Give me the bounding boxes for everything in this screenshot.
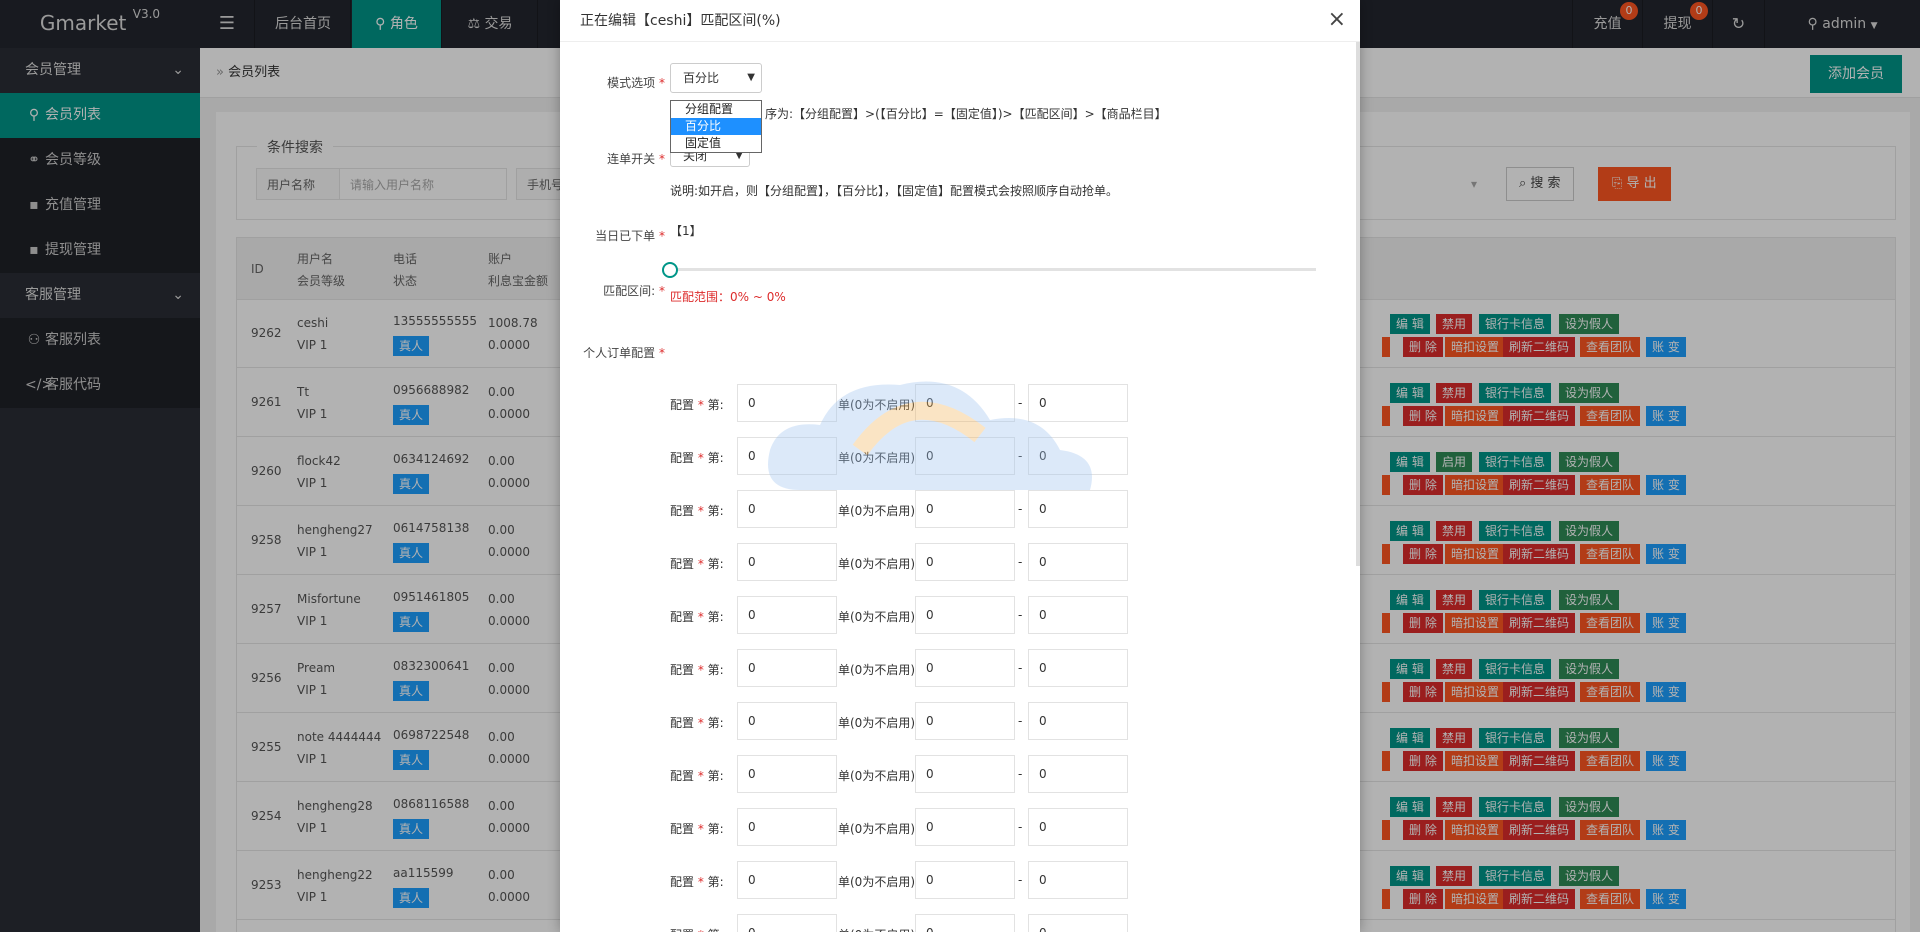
config-row: 配置 * 第:0单(0为不启用)0-0 <box>560 543 1360 583</box>
close-icon[interactable]: × <box>1328 0 1346 40</box>
config-order-input[interactable]: 0 <box>737 649 837 687</box>
config-min-input[interactable]: 0 <box>915 755 1015 793</box>
config-max-input[interactable]: 0 <box>1028 861 1128 899</box>
today-label: 当日已下单 * <box>595 229 665 243</box>
config-label: 配置 * 第: <box>670 769 724 783</box>
config-max-input[interactable]: 0 <box>1028 596 1128 634</box>
config-max-input[interactable]: 0 <box>1028 702 1128 740</box>
config-min-input[interactable]: 0 <box>915 543 1015 581</box>
config-unit-label: 单(0为不启用) <box>838 716 915 730</box>
chevron-down-icon: ▼ <box>747 72 755 83</box>
config-label: 配置 * 第: <box>670 663 724 677</box>
personal-order-label: 个人订单配置 * <box>583 346 665 360</box>
config-min-input[interactable]: 0 <box>915 702 1015 740</box>
config-label: 配置 * 第: <box>670 716 724 730</box>
config-max-input[interactable]: 0 <box>1028 755 1128 793</box>
config-min-input[interactable]: 0 <box>915 437 1015 475</box>
config-dash: - <box>1018 661 1023 675</box>
config-min-input[interactable]: 0 <box>915 490 1015 528</box>
config-label: 配置 * 第: <box>670 875 724 889</box>
config-row: 配置 * 第:0单(0为不启用)0-0 <box>560 649 1360 689</box>
mode-option-fixed[interactable]: 固定值 <box>671 135 761 152</box>
config-order-input[interactable]: 0 <box>737 384 837 422</box>
config-row: 配置 * 第:0单(0为不启用)0-0 <box>560 914 1360 932</box>
range-slider-handle[interactable] <box>662 262 678 278</box>
config-label: 配置 * 第: <box>670 926 724 932</box>
chain-label: 连单开关 * <box>607 152 665 166</box>
config-row: 配置 * 第:0单(0为不启用)0-0 <box>560 861 1360 901</box>
config-label: 配置 * 第: <box>670 610 724 624</box>
config-unit-label: 单(0为不启用) <box>838 926 915 932</box>
config-unit-label: 单(0为不启用) <box>838 451 915 465</box>
config-unit-label: 单(0为不启用) <box>838 504 915 518</box>
config-label: 配置 * 第: <box>670 398 724 412</box>
chain-description: 说明:如开启，则【分组配置】，【百分比】，【固定值】配置模式会按照顺序自动抢单。 <box>670 184 1119 198</box>
modal-scrollbar[interactable] <box>1356 42 1360 566</box>
config-max-input[interactable]: 0 <box>1028 808 1128 846</box>
config-order-input[interactable]: 0 <box>737 861 837 899</box>
config-unit-label: 单(0为不启用) <box>838 822 915 836</box>
config-dash: - <box>1018 714 1023 728</box>
config-order-input[interactable]: 0 <box>737 808 837 846</box>
config-min-input[interactable]: 0 <box>915 649 1015 687</box>
config-min-input[interactable]: 0 <box>915 861 1015 899</box>
modal-title: 正在编辑【ceshi】匹配区间(%) × <box>560 0 1360 42</box>
config-unit-label: 单(0为不启用) <box>838 663 915 677</box>
range-slider[interactable] <box>670 268 1316 271</box>
mode-option-group[interactable]: 分组配置 <box>671 101 761 118</box>
config-dash: - <box>1018 820 1023 834</box>
range-text: 匹配范围：0% ~ 0% <box>670 290 786 304</box>
config-order-input[interactable]: 0 <box>737 490 837 528</box>
config-min-input[interactable]: 0 <box>915 914 1015 932</box>
config-dash: - <box>1018 396 1023 410</box>
config-row: 配置 * 第:0单(0为不启用)0-0 <box>560 755 1360 795</box>
config-max-input[interactable]: 0 <box>1028 437 1128 475</box>
config-min-input[interactable]: 0 <box>915 384 1015 422</box>
config-max-input[interactable]: 0 <box>1028 543 1128 581</box>
config-label: 配置 * 第: <box>670 504 724 518</box>
mode-dropdown[interactable]: 分组配置 百分比 固定值 <box>670 100 762 153</box>
config-order-input[interactable]: 0 <box>737 914 837 932</box>
edit-range-modal: 正在编辑【ceshi】匹配区间(%) × 模式选项 * 百分比 ▼ 分组配置 百分… <box>560 0 1360 932</box>
mode-select[interactable]: 百分比 ▼ <box>670 63 762 93</box>
config-row: 配置 * 第:0单(0为不启用)0-0 <box>560 437 1360 477</box>
config-dash: - <box>1018 555 1023 569</box>
config-row: 配置 * 第:0单(0为不启用)0-0 <box>560 596 1360 636</box>
config-label: 配置 * 第: <box>670 557 724 571</box>
config-dash: - <box>1018 449 1023 463</box>
config-dash: - <box>1018 767 1023 781</box>
config-dash: - <box>1018 926 1022 932</box>
config-max-input[interactable]: 0 <box>1028 384 1128 422</box>
config-max-input[interactable]: 0 <box>1028 490 1128 528</box>
range-label: 匹配区间: * <box>603 284 665 298</box>
config-label: 配置 * 第: <box>670 451 724 465</box>
config-order-input[interactable]: 0 <box>737 702 837 740</box>
config-dash: - <box>1018 502 1023 516</box>
mode-option-percent[interactable]: 百分比 <box>671 118 761 135</box>
config-min-input[interactable]: 0 <box>915 808 1015 846</box>
today-value: 【1】 <box>670 224 702 238</box>
config-unit-label: 单(0为不启用) <box>838 398 915 412</box>
config-unit-label: 单(0为不启用) <box>838 557 915 571</box>
config-row: 配置 * 第:0单(0为不启用)0-0 <box>560 490 1360 530</box>
config-label: 配置 * 第: <box>670 822 724 836</box>
config-dash: - <box>1018 608 1023 622</box>
config-row: 配置 * 第:0单(0为不启用)0-0 <box>560 384 1360 424</box>
config-unit-label: 单(0为不启用) <box>838 769 915 783</box>
config-row: 配置 * 第:0单(0为不启用)0-0 <box>560 808 1360 848</box>
mode-description: 序为:【分组配置】>(【百分比】=【固定值】)>【匹配区间】>【商品栏目】 <box>765 107 1167 121</box>
config-order-input[interactable]: 0 <box>737 596 837 634</box>
config-max-input[interactable]: 0 <box>1028 649 1128 687</box>
config-order-input[interactable]: 0 <box>737 543 837 581</box>
config-row: 配置 * 第:0单(0为不启用)0-0 <box>560 702 1360 742</box>
config-order-input[interactable]: 0 <box>737 437 837 475</box>
config-max-input[interactable]: 0 <box>1028 914 1128 932</box>
mode-label: 模式选项 * <box>607 76 665 90</box>
config-min-input[interactable]: 0 <box>915 596 1015 634</box>
config-unit-label: 单(0为不启用) <box>838 875 915 889</box>
config-dash: - <box>1018 873 1023 887</box>
config-order-input[interactable]: 0 <box>737 755 837 793</box>
config-unit-label: 单(0为不启用) <box>838 610 915 624</box>
